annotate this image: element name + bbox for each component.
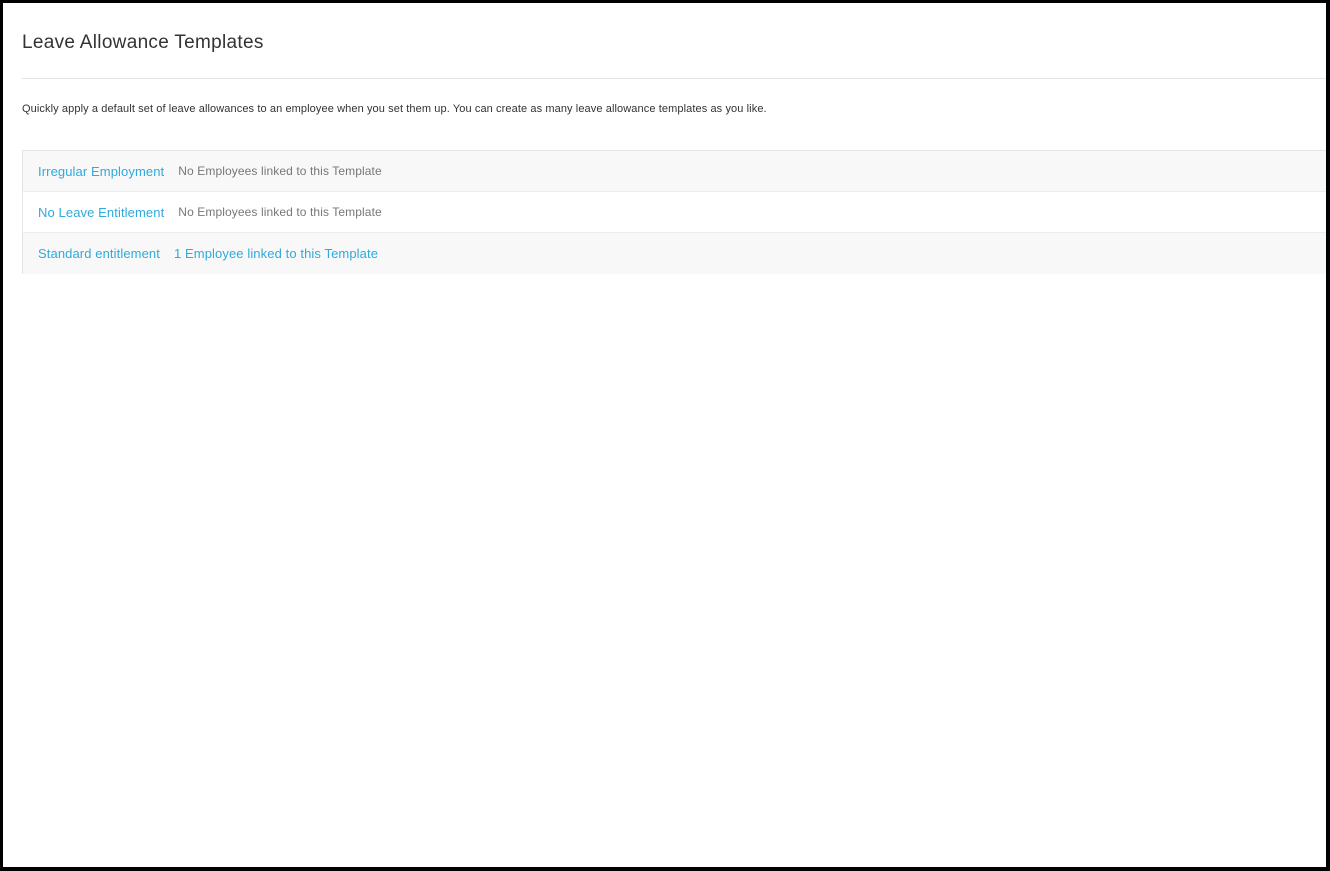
employee-count-text: No Employees linked to this Template [178, 205, 382, 219]
template-row-standard-entitlement: Standard entitlement 1 Employee linked t… [23, 233, 1326, 274]
template-link-irregular-employment[interactable]: Irregular Employment [38, 164, 164, 179]
template-link-standard-entitlement[interactable]: Standard entitlement [38, 246, 160, 261]
employee-count-text: No Employees linked to this Template [178, 164, 382, 178]
page-title: Leave Allowance Templates [22, 32, 264, 53]
page-container: Leave Allowance Templates Quickly apply … [3, 3, 1326, 867]
template-row-no-leave-entitlement: No Leave Entitlement No Employees linked… [23, 192, 1326, 233]
title-divider [22, 78, 1326, 79]
template-row-irregular-employment: Irregular Employment No Employees linked… [23, 151, 1326, 192]
template-list: Irregular Employment No Employees linked… [22, 150, 1326, 274]
linked-employees-link[interactable]: 1 Employee linked to this Template [174, 246, 378, 261]
page-description: Quickly apply a default set of leave all… [22, 103, 767, 115]
template-link-no-leave-entitlement[interactable]: No Leave Entitlement [38, 205, 164, 220]
